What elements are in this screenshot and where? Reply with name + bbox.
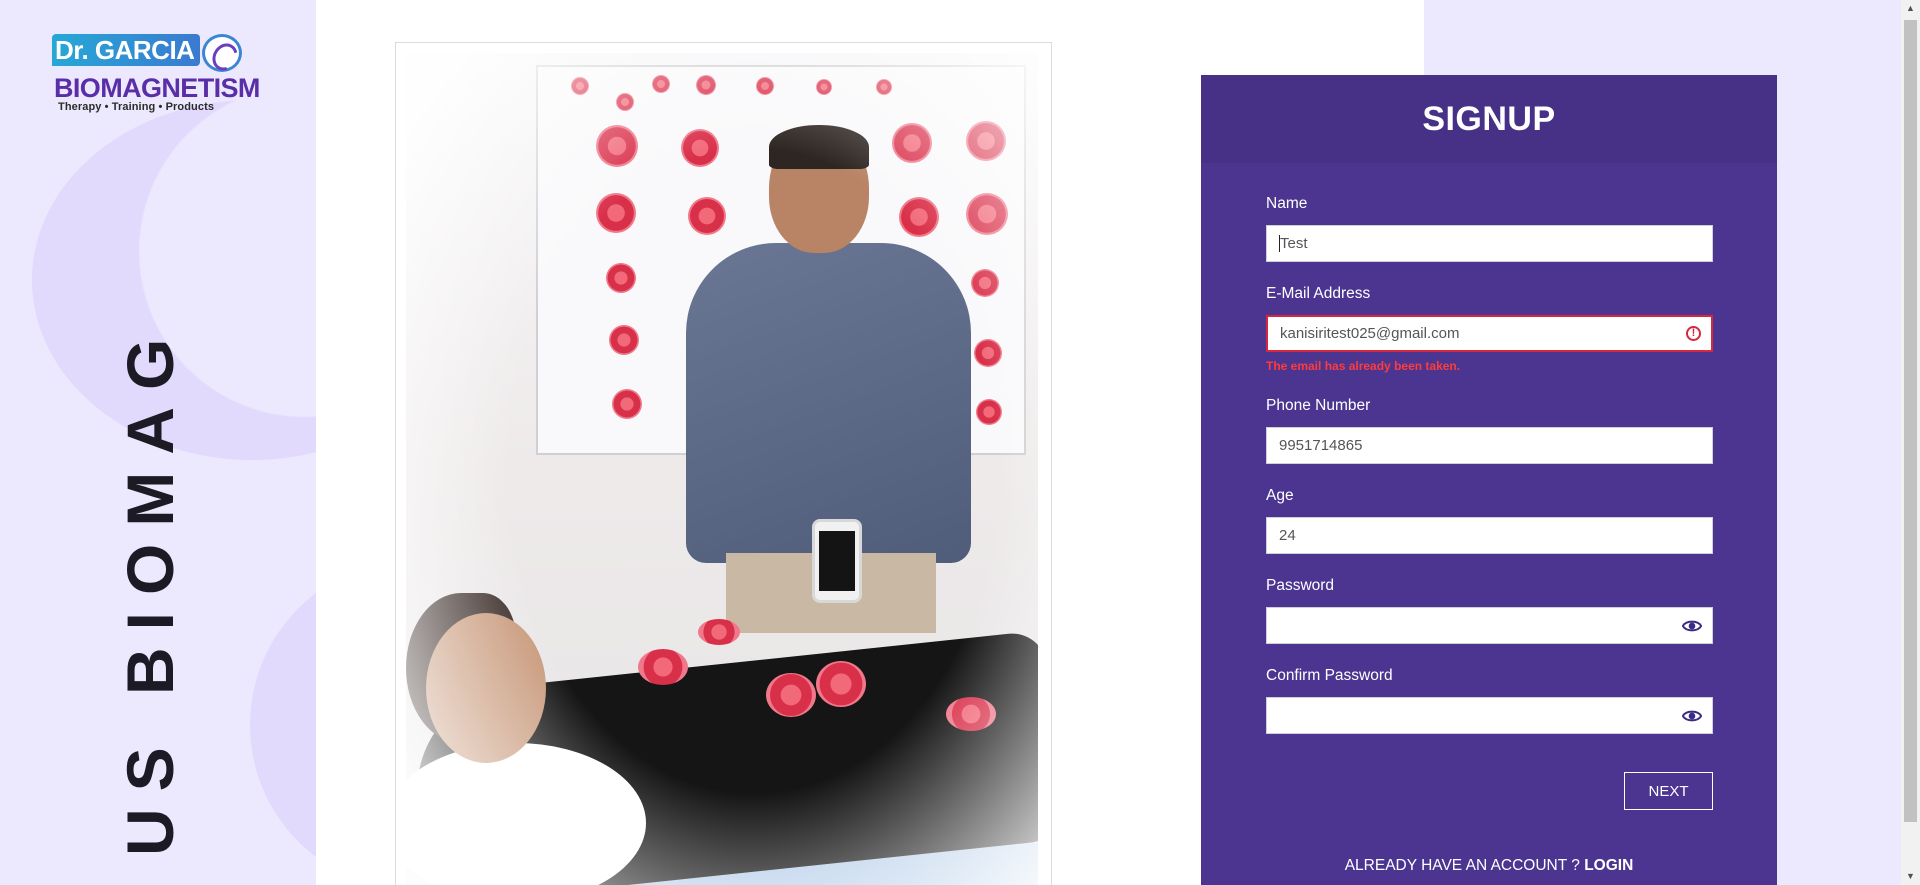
- phone-input-value: 9951714865: [1279, 437, 1363, 454]
- password-field-group: Password: [1266, 575, 1713, 665]
- eye-icon[interactable]: [1682, 707, 1702, 725]
- login-prompt: ALREADY HAVE AN ACCOUNT ? LOGIN: [1201, 857, 1777, 875]
- account-prompt-text: ALREADY HAVE AN ACCOUNT ?: [1344, 857, 1580, 874]
- logo-tagline: Therapy • Training • Products: [58, 101, 215, 113]
- name-field-group: Name Test: [1266, 193, 1713, 283]
- logo-swirl-icon: [202, 34, 242, 72]
- name-input[interactable]: Test: [1266, 225, 1713, 262]
- confirm-password-input[interactable]: [1266, 697, 1713, 734]
- age-label: Age: [1266, 487, 1294, 504]
- password-input[interactable]: [1266, 607, 1713, 644]
- vertical-site-title: US BIOMAG: [113, 321, 187, 856]
- age-field-group: Age 24: [1266, 485, 1713, 575]
- phone-label: Phone Number: [1266, 397, 1371, 414]
- email-input-value: kanisiritest025@gmail.com: [1280, 325, 1460, 342]
- logo-line-1: Dr. GARCIA: [52, 34, 201, 66]
- email-input[interactable]: kanisiritest025@gmail.com !: [1266, 315, 1713, 352]
- confirm-password-field-group: Confirm Password: [1266, 665, 1713, 755]
- signup-form: Name Test E-Mail Address kanisiritest025…: [1266, 193, 1713, 755]
- scroll-up-icon[interactable]: ▲: [1901, 0, 1920, 17]
- password-label: Password: [1266, 577, 1335, 594]
- signup-card: SIGNUP Name Test E-Mail Address kanisiri…: [1201, 75, 1777, 885]
- therapy-photo-frame: [395, 42, 1052, 885]
- therapy-photo: [406, 53, 1038, 885]
- next-button[interactable]: NEXT: [1624, 772, 1713, 810]
- vertical-scrollbar[interactable]: ▲ ▼: [1901, 0, 1920, 885]
- login-link[interactable]: LOGIN: [1584, 857, 1633, 874]
- age-input-value: 24: [1279, 527, 1296, 544]
- logo-line-2: BIOMAGNETISM: [54, 73, 260, 103]
- email-label: E-Mail Address: [1266, 285, 1371, 302]
- eye-icon[interactable]: [1682, 617, 1702, 635]
- sidebar: Dr. GARCIA BIOMAGNETISM Therapy • Traini…: [0, 0, 316, 885]
- photo-vignette: [406, 53, 1038, 885]
- signup-title: SIGNUP: [1422, 99, 1556, 138]
- scroll-down-icon[interactable]: ▼: [1901, 868, 1920, 885]
- error-icon: !: [1686, 326, 1701, 341]
- brand-logo[interactable]: Dr. GARCIA BIOMAGNETISM Therapy • Traini…: [52, 34, 272, 116]
- decorative-circle: [250, 560, 316, 885]
- phone-field-group: Phone Number 9951714865: [1266, 395, 1713, 485]
- age-input[interactable]: 24: [1266, 517, 1713, 554]
- phone-input[interactable]: 9951714865: [1266, 427, 1713, 464]
- scrollbar-thumb[interactable]: [1904, 20, 1917, 822]
- email-error-message: The email has already been taken.: [1266, 359, 1461, 373]
- email-field-group: E-Mail Address kanisiritest025@gmail.com…: [1266, 283, 1713, 395]
- name-label: Name: [1266, 195, 1308, 212]
- name-input-value: Test: [1280, 235, 1308, 252]
- confirm-password-label: Confirm Password: [1266, 667, 1393, 684]
- signup-header: SIGNUP: [1201, 75, 1777, 163]
